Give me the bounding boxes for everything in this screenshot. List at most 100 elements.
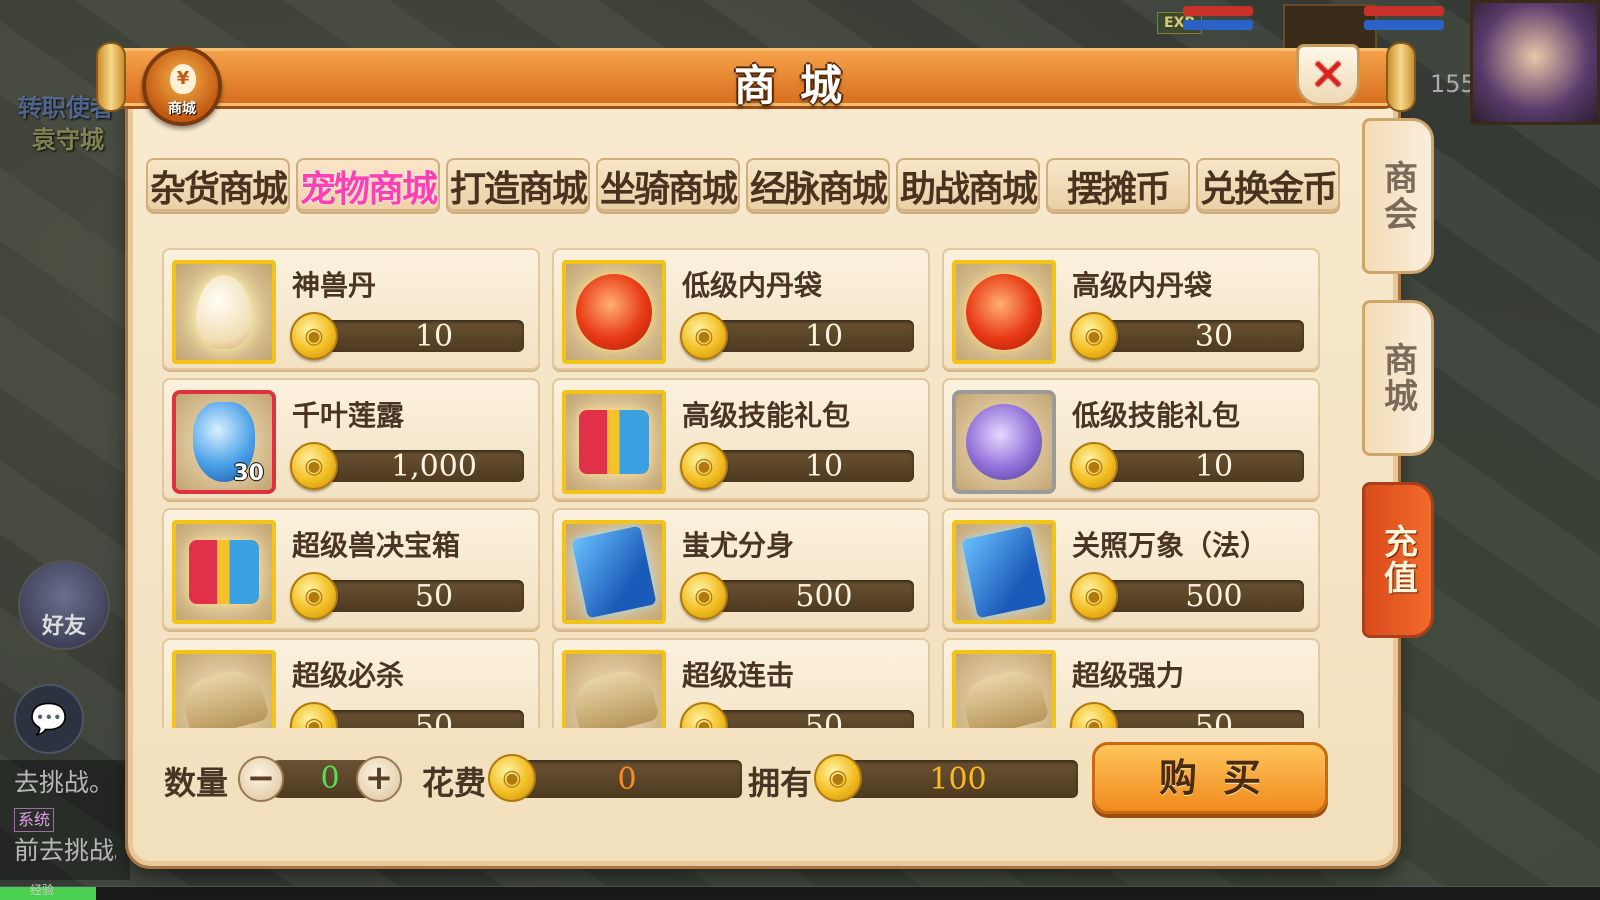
- gold-coin-icon: ◉: [1070, 572, 1118, 620]
- quantity-minus-button[interactable]: −: [238, 756, 284, 802]
- item-name: 超级兽决宝箱: [292, 529, 461, 562]
- close-button[interactable]: ✕: [1296, 44, 1360, 106]
- item-icon-frame: [952, 260, 1056, 364]
- item-icon-frame: [562, 260, 666, 364]
- hud-player-bars: [1364, 6, 1444, 36]
- item-name: 超级必杀: [292, 659, 405, 692]
- shop-item-card[interactable]: 低级内丹袋 10 ◉: [552, 248, 930, 370]
- shop-badge-icon: ¥ 商城: [142, 46, 222, 126]
- cost-label: 花费: [422, 764, 487, 802]
- shop-item-card[interactable]: 超级强力 50 ◉: [942, 638, 1320, 728]
- cost-value: 0: [512, 760, 742, 798]
- item-icon-frame: [562, 390, 666, 494]
- item-price-bar: 50: [314, 579, 524, 614]
- tab-mount-store[interactable]: 坐骑商城: [596, 158, 740, 214]
- item-price: 30: [1194, 319, 1234, 354]
- side-tab-guild[interactable]: 商会: [1362, 118, 1434, 274]
- gold-coin-icon: ◉: [1070, 312, 1118, 360]
- item-icon-frame: [952, 520, 1056, 624]
- book-icon: [961, 525, 1047, 619]
- gold-coin-icon: ◉: [680, 572, 728, 620]
- chat-line: 前去挑战。: [14, 836, 116, 865]
- shop-item-card[interactable]: 高级技能礼包 10 ◉: [552, 378, 930, 500]
- tab-meridian-store[interactable]: 经脉商城: [746, 158, 890, 214]
- item-icon-frame: [562, 520, 666, 624]
- gold-coin-icon: ◉: [680, 702, 728, 728]
- side-tab-shop[interactable]: 商城: [1362, 300, 1434, 456]
- gift-icon: [189, 540, 259, 604]
- item-price: 50: [804, 709, 844, 729]
- shop-item-card[interactable]: 30 千叶莲露 1,000 ◉: [162, 378, 540, 500]
- shop-item-card[interactable]: 蚩尤分身 500 ◉: [552, 508, 930, 630]
- experience-label: 经验: [30, 883, 55, 897]
- item-price: 500: [1185, 579, 1243, 614]
- item-icon-frame: 30: [172, 390, 276, 494]
- shop-item-card[interactable]: 低级技能礼包 10 ◉: [942, 378, 1320, 500]
- gift-icon: [579, 410, 649, 474]
- hp-bar: [1183, 6, 1253, 16]
- egg-icon: [196, 275, 252, 349]
- gold-coin-icon: ◉: [1070, 442, 1118, 490]
- shop-item-card[interactable]: 超级必杀 50 ◉: [162, 638, 540, 728]
- item-price-bar: 50: [704, 710, 914, 728]
- item-icon-frame: [172, 650, 276, 728]
- item-name: 高级技能礼包: [682, 399, 851, 432]
- item-name: 高级内丹袋: [1072, 269, 1213, 302]
- item-price: 10: [804, 319, 844, 354]
- tab-stall-coin[interactable]: 摆摊币: [1046, 158, 1190, 214]
- scroll-icon: [568, 664, 660, 728]
- item-icon-frame: [172, 260, 276, 364]
- item-icon-frame: [172, 520, 276, 624]
- bag-icon: [966, 404, 1042, 480]
- tab-general-store[interactable]: 杂货商城: [146, 158, 290, 214]
- item-price-bar: 1,000: [314, 449, 524, 484]
- shop-item-card[interactable]: 超级兽决宝箱 50 ◉: [162, 508, 540, 630]
- tab-exchange-gold[interactable]: 兑换金币: [1196, 158, 1340, 214]
- item-name: 超级强力: [1072, 659, 1185, 692]
- scroll-icon: [178, 664, 270, 728]
- buy-button[interactable]: 购买: [1092, 742, 1328, 814]
- gold-coin-icon: ◉: [680, 312, 728, 360]
- owned-value: 100: [838, 760, 1078, 798]
- chat-icon[interactable]: 💬: [14, 684, 84, 754]
- item-name: 低级内丹袋: [682, 269, 823, 302]
- quantity-plus-button[interactable]: +: [356, 756, 402, 802]
- shop-item-card[interactable]: 关照万象（法） 500 ◉: [942, 508, 1320, 630]
- chat-log[interactable]: 去挑战。 系统 前去挑战。: [0, 760, 130, 880]
- shop-item-card[interactable]: 神兽丹 10 ◉: [162, 248, 540, 370]
- gold-coin-icon: ◉: [1070, 702, 1118, 728]
- item-price: 50: [414, 579, 454, 614]
- friend-button[interactable]: 好友: [18, 560, 110, 650]
- item-name: 神兽丹: [292, 269, 377, 302]
- player-hp-bar: [1364, 6, 1444, 16]
- tab-forge-store[interactable]: 打造商城: [446, 158, 590, 214]
- tab-assist-store[interactable]: 助战商城: [896, 158, 1040, 214]
- owned-coin-icon: ◉: [814, 754, 862, 802]
- item-price: 10: [1194, 449, 1234, 484]
- item-price: 50: [414, 709, 454, 729]
- item-name: 低级技能礼包: [1072, 399, 1241, 432]
- side-tab-recharge[interactable]: 充值: [1362, 482, 1434, 638]
- item-price-bar: 500: [704, 580, 914, 614]
- item-name: 超级连击: [682, 659, 795, 692]
- item-price-bar: 10: [314, 319, 524, 354]
- item-price: 1,000: [391, 449, 477, 484]
- item-name: 蚩尤分身: [682, 529, 795, 562]
- owned-label: 拥有: [748, 764, 813, 802]
- item-price: 10: [414, 319, 454, 354]
- shop-item-card[interactable]: 超级连击 50 ◉: [552, 638, 930, 728]
- dialog-title: 商城: [733, 61, 866, 110]
- item-price-bar: 30: [1094, 319, 1304, 354]
- item-grid-viewport[interactable]: 神兽丹 10 ◉ 低级内丹袋 10 ◉ 高级内丹袋 30 ◉ 30 千叶莲露 1…: [162, 248, 1332, 728]
- shop-item-card[interactable]: 高级内丹袋 30 ◉: [942, 248, 1320, 370]
- hud-status-bars: [1183, 6, 1253, 36]
- item-price-bar: 10: [704, 450, 914, 484]
- item-grid: 神兽丹 10 ◉ 低级内丹袋 10 ◉ 高级内丹袋 30 ◉ 30 千叶莲露 1…: [162, 248, 1332, 728]
- gold-coin-icon: ◉: [290, 312, 338, 360]
- item-price-bar: 10: [704, 319, 914, 354]
- player-mp-bar: [1364, 20, 1444, 30]
- book-icon: [571, 525, 657, 619]
- scroll-icon: [958, 664, 1050, 728]
- tab-pet-store[interactable]: 宠物商城: [296, 158, 440, 214]
- item-price-bar: 50: [1094, 710, 1304, 728]
